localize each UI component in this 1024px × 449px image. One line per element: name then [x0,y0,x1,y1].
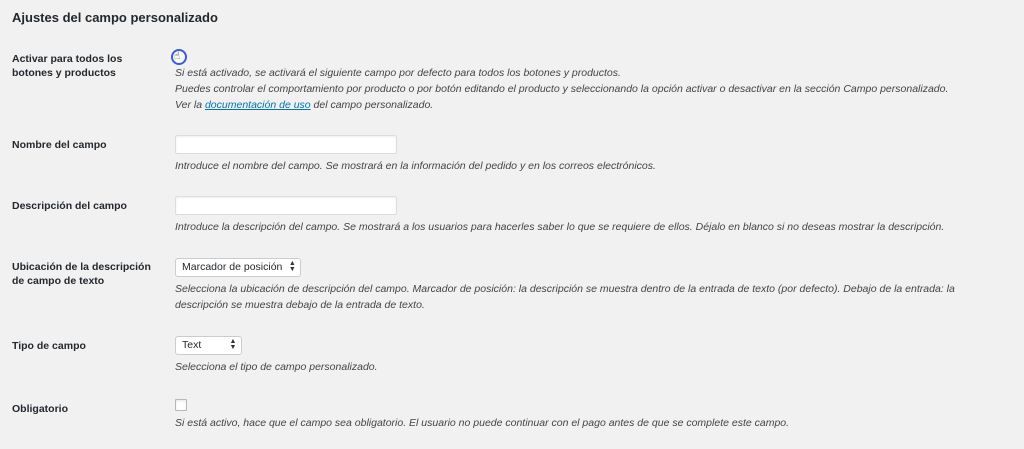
activate-all-label: Activar para todos los botones y product… [12,53,123,79]
field-name-desc: Introduce el nombre del campo. Se mostra… [175,160,656,172]
hand-pointer-icon: ☝ [174,51,181,62]
required-checkbox[interactable] [175,399,187,411]
up-down-arrows-icon: ▲ ▼ [229,338,237,351]
required-label: Obligatorio [12,403,68,415]
description-location-label: Ubicación de la descripción de campo de … [12,261,151,287]
field-type-label: Tipo de campo [12,340,86,352]
required-desc: Si está activo, hace que el campo sea ob… [175,417,790,429]
activate-all-desc-line3: Ver la documentación de uso del campo pe… [175,97,433,113]
usage-docs-link[interactable]: documentación de uso [205,99,311,111]
activate-all-desc-line2: Puedes controlar el comportamiento por p… [175,83,949,95]
field-description-label: Descripción del campo [12,200,127,212]
up-down-arrows-icon: ▲ ▼ [288,260,296,273]
field-type-desc: Selecciona el tipo de campo personalizad… [175,361,378,373]
field-description-desc: Introduce la descripción del campo. Se m… [175,221,945,233]
description-location-selected: Marcador de posición [182,261,283,273]
field-name-input[interactable] [175,135,397,154]
activate-all-desc-line1: Si está activado, se activará el siguien… [175,67,621,79]
field-type-selected: Text [182,339,202,351]
field-name-label: Nombre del campo [12,139,107,151]
docs-suffix: del campo personalizado. [310,99,434,111]
section-title: Ajustes del campo personalizado [12,10,218,25]
field-description-input[interactable] [175,196,397,215]
field-type-select[interactable]: Text ▲ ▼ [175,336,242,355]
description-location-select[interactable]: Marcador de posición ▲ ▼ [175,258,302,277]
description-location-desc: Selecciona la ubicación de descripción d… [175,283,955,311]
docs-prefix: Ver la [175,99,205,111]
